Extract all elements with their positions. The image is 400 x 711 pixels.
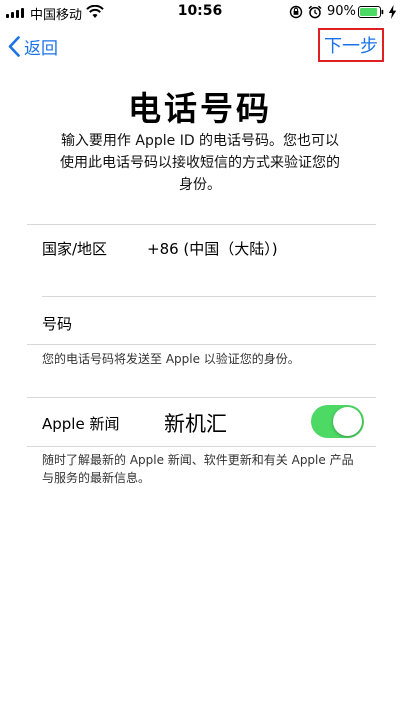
toggle-knob xyxy=(333,407,362,436)
watermark-text: 新机汇 xyxy=(164,412,227,436)
country-region-value: +86 (中国（大陆）) xyxy=(147,240,278,258)
back-button-label: 返回 xyxy=(24,38,58,59)
alarm-icon xyxy=(308,5,322,19)
separator xyxy=(27,397,376,398)
apple-news-note: 随时了解最新的 Apple 新闻、软件更新和有关 Apple 产品与服务的最新信… xyxy=(42,453,354,485)
next-step-button[interactable]: 下一步 xyxy=(318,28,384,62)
country-region-row[interactable]: 国家/地区 +86 (中国（大陆）) xyxy=(27,225,376,297)
page-description: 输入要用作 Apple ID 的电话号码。您也可以使用此电话号码以接收短信的方式… xyxy=(60,133,340,193)
battery-icon xyxy=(358,6,384,18)
page-title: 电话号码 xyxy=(128,89,272,128)
chevron-left-icon xyxy=(8,35,20,57)
separator xyxy=(27,446,376,447)
back-button[interactable]: 返回 xyxy=(8,32,58,60)
orientation-lock-icon xyxy=(289,5,303,19)
charging-icon xyxy=(388,5,397,19)
phone-number-label: 号码 xyxy=(42,315,73,333)
country-region-label: 国家/地区 xyxy=(42,240,108,258)
apple-news-toggle[interactable] xyxy=(311,405,364,438)
battery-percent: 90% xyxy=(327,4,356,19)
separator xyxy=(27,344,376,345)
phone-number-note: 您的电话号码将发送至 Apple 以验证您的身份。 xyxy=(42,352,300,366)
phone-number-row: 号码 xyxy=(27,297,376,344)
apple-news-label: Apple 新闻 xyxy=(42,415,120,433)
status-bar: 中国移动 10:56 90% xyxy=(0,0,400,24)
phone-number-input[interactable] xyxy=(147,307,371,337)
next-step-label: 下一步 xyxy=(324,36,378,57)
phone-number-screen: 中国移动 10:56 90% 返回 下一步 电话号码 输入要用作 Apple I… xyxy=(0,0,400,711)
